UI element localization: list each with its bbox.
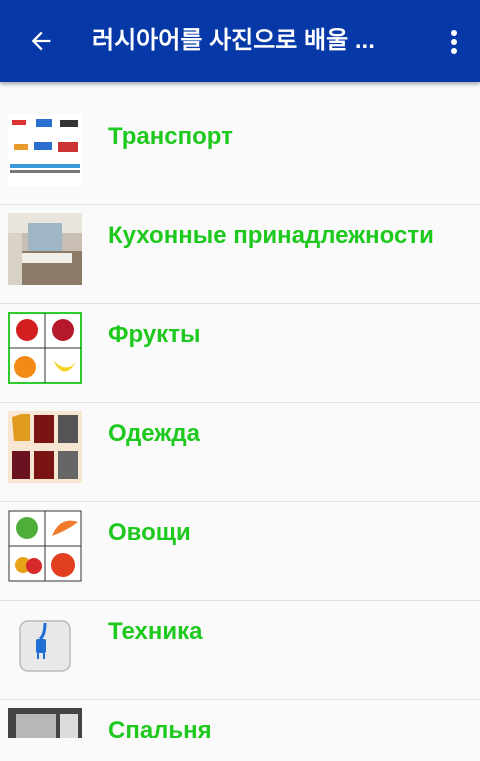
app-title: 러시아어를 사진으로 배울 ... (92, 27, 375, 54)
bedroom-image (8, 708, 82, 738)
list-item[interactable]: Транспорт (0, 106, 480, 205)
list-item-label: Техника (108, 618, 203, 645)
kitchen-image (8, 213, 82, 285)
list-item[interactable]: Техника (0, 601, 480, 700)
list-item-label: Одежда (108, 420, 200, 447)
list-item-label: Спальня (108, 717, 212, 738)
transport-image (8, 114, 82, 186)
list-item[interactable]: Фрукты (0, 304, 480, 403)
list-item-label: Фрукты (108, 321, 201, 348)
back-button[interactable] (16, 16, 66, 66)
arrow-left-icon (31, 31, 51, 51)
more-vertical-icon (451, 30, 457, 54)
list-item-label: Овощи (108, 519, 191, 546)
category-list: Транспорт Кухонные принадлежности Фрукты… (0, 106, 480, 738)
bottom-area (0, 738, 480, 761)
app-bar: 러시아어를 사진으로 배울 ... (0, 0, 480, 82)
list-item-label: Транспорт (108, 123, 233, 150)
fruits-image (8, 312, 82, 384)
overflow-menu-button[interactable] (432, 20, 476, 64)
vegetables-image (8, 510, 82, 582)
list-item[interactable]: Овощи (0, 502, 480, 601)
list-item[interactable]: Кухонные принадлежности (0, 205, 480, 304)
clothes-image (8, 411, 82, 483)
list-item-label: Кухонные принадлежности (108, 222, 434, 249)
list-item[interactable]: Спальня (0, 700, 480, 738)
list-item[interactable]: Одежда (0, 403, 480, 502)
plug-image (8, 609, 82, 681)
